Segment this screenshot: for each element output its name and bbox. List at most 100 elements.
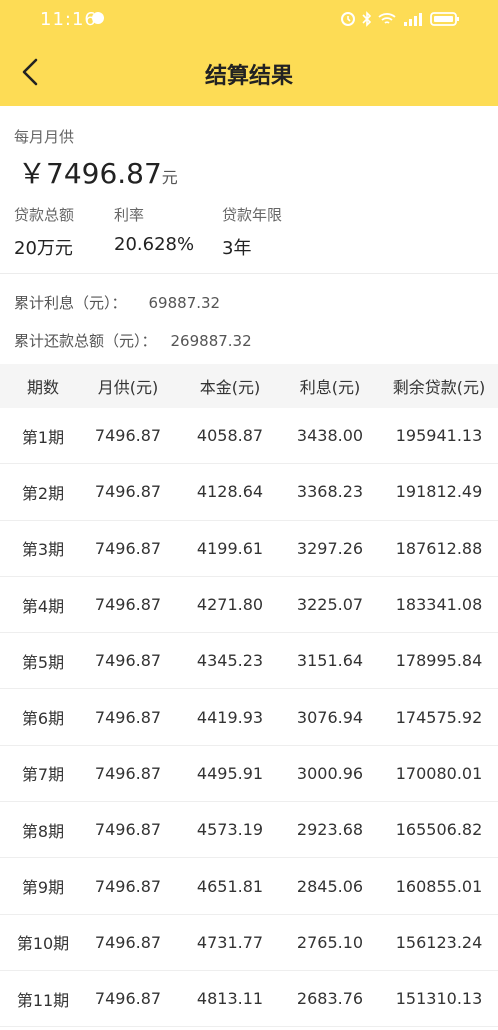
table-row: 第11期 7496.87 4813.11 2683.76 151310.13: [0, 970, 498, 1028]
accumulated-interest-label: 累计利息（元）：: [14, 294, 127, 312]
cell-principal: 4651.81: [196, 876, 264, 896]
table-row: 第5期 7496.87 4345.23 3151.64 178995.84: [0, 633, 498, 690]
cell-interest: 3076.94: [296, 707, 364, 727]
page-title: 结算结果: [204, 64, 293, 89]
cell-interest: 3225.07: [296, 595, 364, 615]
cell-remaining: 191812.49: [395, 482, 483, 502]
loan-total-value: 20万元: [14, 238, 73, 259]
table-row: 第4期 7496.87 4271.80 3225.07 183341.08: [0, 576, 498, 634]
cell-principal: 4731.77: [196, 932, 264, 952]
header-period: 期数: [26, 378, 59, 397]
table-row: 第9期 7496.87 4651.81 2845.06 160855.01: [0, 858, 498, 915]
cell-principal: 4419.93: [196, 707, 264, 727]
table-row: 第6期 7496.87 4419.93 3076.94 174575.92: [0, 689, 498, 746]
monthly-payment-amount: ￥7496.87元: [18, 152, 178, 192]
cell-interest: 3000.96: [296, 763, 364, 783]
cell-remaining: 174575.92: [395, 707, 483, 727]
cell-interest: 2683.76: [296, 989, 364, 1009]
cell-interest: 3438.00: [296, 426, 364, 446]
cell-monthly: 7496.87: [94, 595, 162, 615]
cell-principal: 4573.19: [196, 820, 264, 840]
divider: [0, 273, 498, 274]
cell-principal: 4345.23: [196, 651, 264, 671]
status-icons: [340, 9, 460, 29]
table-row: 第8期 7496.87 4573.19 2923.68 165506.82: [0, 802, 498, 859]
cell-interest: 3297.26: [296, 538, 364, 558]
term-label: 贷款年限: [222, 206, 283, 224]
cell-period: 第7期: [21, 765, 65, 785]
cell-period: 第8期: [21, 821, 65, 841]
alarm-icon: [341, 12, 355, 26]
cell-monthly: 7496.87: [94, 763, 162, 783]
cell-period: 第9期: [21, 878, 65, 898]
cell-monthly: 7496.87: [94, 989, 162, 1009]
cell-interest: 2845.06: [296, 876, 364, 896]
cell-remaining: 156123.24: [395, 932, 483, 952]
cell-period: 第11期: [16, 990, 70, 1010]
header-monthly: 月供(元): [97, 378, 159, 397]
header-principal: 本金(元): [199, 378, 261, 397]
cell-period: 第5期: [21, 652, 65, 672]
app-bar: 结算结果: [0, 38, 498, 106]
accumulated-total-value: 269887.32: [170, 332, 252, 350]
cell-period: 第4期: [21, 596, 65, 616]
cell-remaining: 178995.84: [395, 651, 483, 671]
cell-monthly: 7496.87: [94, 707, 162, 727]
accumulated-interest: 累计利息（元）： 69887.32: [14, 292, 220, 313]
cell-remaining: 195941.13: [395, 426, 483, 446]
table-row: 第10期 7496.87 4731.77 2765.10 156123.24: [0, 914, 498, 971]
accumulated-total: 累计还款总额（元）： 269887.32: [14, 330, 252, 351]
header-interest: 利息(元): [299, 378, 361, 397]
cell-principal: 4128.64: [196, 482, 264, 502]
status-bar: 11:16: [0, 0, 498, 38]
cell-monthly: 7496.87: [94, 820, 162, 840]
monthly-payment-unit: 元: [161, 168, 178, 187]
cell-principal: 4058.87: [196, 426, 264, 446]
cell-monthly: 7496.87: [94, 932, 162, 952]
cell-remaining: 151310.13: [395, 989, 483, 1009]
rate-label: 利率: [114, 206, 145, 224]
cell-interest: 3151.64: [296, 651, 364, 671]
table-row: 第3期 7496.87 4199.61 3297.26 187612.88: [0, 520, 498, 577]
cell-interest: 2765.10: [296, 932, 364, 952]
wifi-icon: [378, 13, 396, 24]
summary-panel: 每月月供 ￥7496.87元 贷款总额 20万元 利率 20.628% 贷款年限…: [0, 106, 498, 274]
cell-remaining: 183341.08: [395, 595, 483, 615]
cell-remaining: 160855.01: [395, 876, 483, 896]
cell-principal: 4495.91: [196, 763, 264, 783]
table-row: 第7期 7496.87 4495.91 3000.96 170080.01: [0, 745, 498, 803]
accumulated-interest-value: 69887.32: [148, 294, 221, 312]
header-remaining: 剩余贷款(元): [392, 378, 486, 397]
loan-total-label: 贷款总额: [14, 206, 75, 224]
cell-period: 第2期: [21, 483, 65, 503]
cell-period: 第6期: [21, 709, 65, 729]
table-header: 期数 月供(元) 本金(元) 利息(元) 剩余贷款(元): [0, 364, 498, 408]
cell-monthly: 7496.87: [94, 538, 162, 558]
cell-period: 第1期: [21, 427, 65, 447]
monthly-payment-label: 每月月供: [14, 128, 75, 146]
signal-icon: [404, 13, 422, 26]
term-value: 3年: [222, 238, 252, 259]
battery-icon: [430, 12, 459, 26]
cell-monthly: 7496.87: [94, 426, 162, 446]
cell-principal: 4199.61: [196, 538, 264, 558]
cell-period: 第3期: [21, 540, 65, 560]
cell-principal: 4813.11: [196, 989, 264, 1009]
cell-monthly: 7496.87: [94, 482, 162, 502]
table-row: 第2期 7496.87 4128.64 3368.23 191812.49: [0, 464, 498, 521]
rate-value: 20.628%: [114, 234, 195, 255]
cell-remaining: 170080.01: [395, 763, 483, 783]
bluetooth-icon: [362, 11, 372, 27]
cell-remaining: 187612.88: [395, 538, 483, 558]
table-row: 第1期 7496.87 4058.87 3438.00 195941.13: [0, 408, 498, 465]
cell-remaining: 165506.82: [395, 820, 483, 840]
cell-interest: 2923.68: [296, 820, 364, 840]
cell-monthly: 7496.87: [94, 876, 162, 896]
status-time: 11:16: [40, 9, 97, 30]
monthly-payment-value: ￥7496.87: [18, 157, 162, 190]
cell-principal: 4271.80: [196, 595, 264, 615]
accumulated-total-label: 累计还款总额（元）：: [14, 332, 157, 350]
notification-icon: [92, 12, 104, 24]
repayment-table: 期数 月供(元) 本金(元) 利息(元) 剩余贷款(元) 第1期 7496.87…: [0, 364, 498, 1028]
cell-interest: 3368.23: [296, 482, 364, 502]
